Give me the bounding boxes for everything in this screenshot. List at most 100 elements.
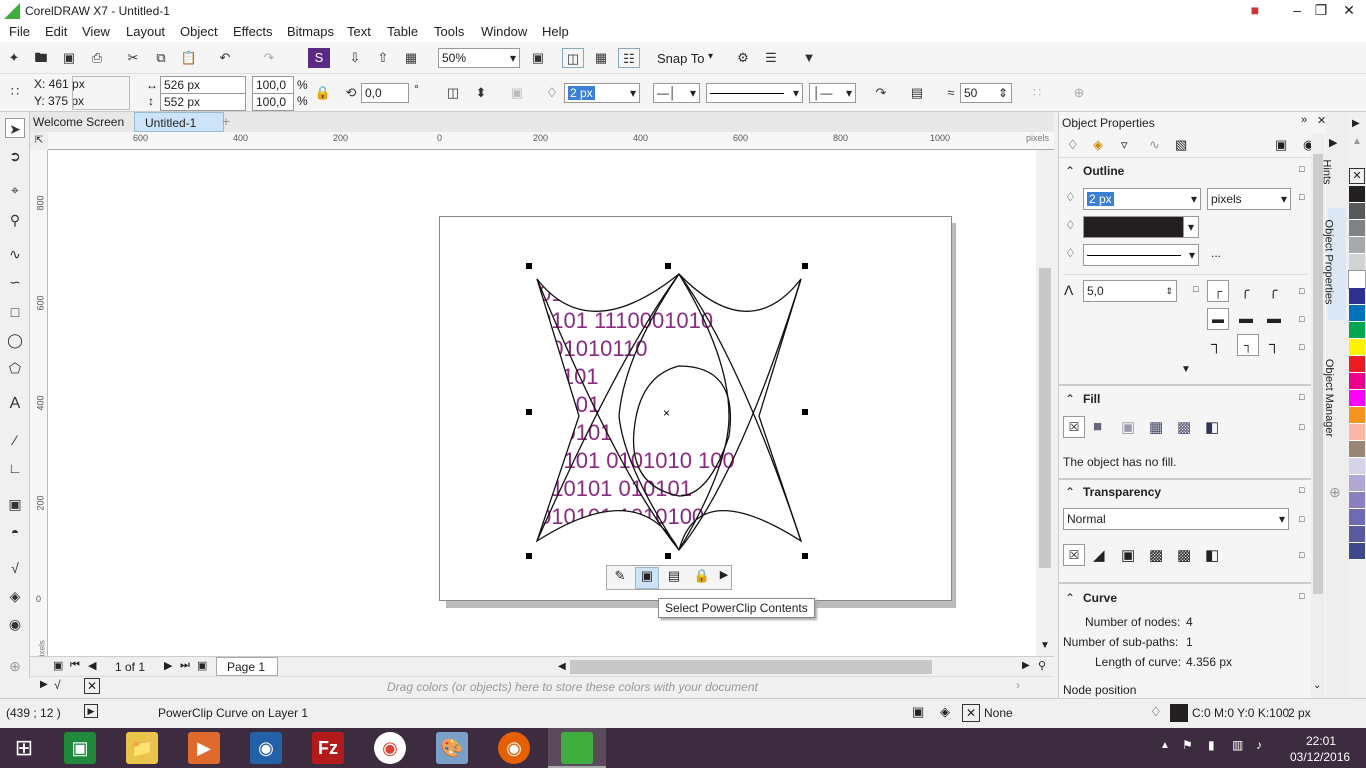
drop-shadow-icon[interactable]: ▣: [5, 494, 25, 514]
scrollbar-thumb[interactable]: [1039, 268, 1051, 568]
zoom-navigator-icon[interactable]: ⚲: [1038, 659, 1046, 672]
transparency-tab-icon[interactable]: ▿: [1121, 137, 1128, 153]
height-field[interactable]: 552 px: [160, 93, 246, 111]
document-palette[interactable]: ▶ √ ✕ Drag colors (or objects) here to s…: [30, 676, 1054, 696]
cut-icon[interactable]: ✂: [122, 48, 144, 68]
palette-eyedropper-icon[interactable]: √: [54, 678, 61, 692]
no-color-swatch[interactable]: ✕: [1349, 168, 1365, 184]
curve-smoothing-field[interactable]: 50 ⇕: [960, 83, 1012, 103]
collapse-icon[interactable]: ⌃: [1065, 164, 1075, 178]
curve-tab-icon[interactable]: ∿: [1149, 137, 1160, 153]
menu-layout[interactable]: Layout: [126, 24, 165, 39]
eyedropper-tool-icon[interactable]: √: [5, 558, 25, 578]
ruler-origin-icon[interactable]: ⇱: [30, 132, 48, 150]
fill-tab-icon[interactable]: ◈: [1093, 137, 1103, 153]
vertical-ruler[interactable]: 800 600 400 200 0 pixels: [30, 150, 48, 661]
rotation-angle-field[interactable]: 0,0: [361, 83, 409, 103]
color-swatch[interactable]: [1349, 322, 1365, 339]
node-icon[interactable]: ∷: [1026, 83, 1048, 103]
scale-y-field[interactable]: 100,0: [252, 93, 294, 111]
color-proof-icon[interactable]: ▣: [912, 704, 924, 720]
cap-round-icon[interactable]: ▬: [1239, 310, 1253, 326]
color-swatch[interactable]: [1349, 458, 1365, 475]
color-swatch[interactable]: [1349, 424, 1365, 441]
first-page-icon[interactable]: ⏮: [70, 659, 80, 672]
new-tab-icon[interactable]: +: [222, 113, 230, 129]
smart-fill-icon[interactable]: ◉: [5, 614, 25, 634]
edit-powerclip-icon[interactable]: ✎: [609, 568, 631, 588]
corner-bevel-icon[interactable]: ╭: [1269, 282, 1277, 299]
paint-icon[interactable]: 🎨: [436, 732, 468, 764]
bitmap-transparency-icon[interactable]: ▩: [1177, 546, 1191, 564]
miter-limit-field[interactable]: 5,0 ⇕: [1083, 280, 1177, 302]
outline-tab-icon[interactable]: ♢: [1067, 137, 1079, 153]
freehand-tool-icon[interactable]: ∿: [5, 244, 25, 264]
menu-file[interactable]: File: [9, 24, 30, 39]
hints-icon[interactable]: ▶: [1329, 136, 1337, 149]
corner-checkbox[interactable]: □: [1299, 286, 1304, 296]
corner-miter-icon[interactable]: ┌: [1207, 280, 1229, 302]
extract-contents-icon[interactable]: ▤: [663, 568, 685, 588]
network-icon[interactable]: ▥: [1232, 738, 1243, 752]
print-icon[interactable]: ⎙: [86, 48, 108, 68]
tab-object-manager[interactable]: Object Manager: [1323, 344, 1346, 450]
uniform-fill-icon[interactable]: ■: [1093, 418, 1102, 435]
horizontal-scrollbar-thumb[interactable]: [570, 660, 932, 674]
fill-checkbox[interactable]: □: [1299, 392, 1304, 402]
powerclip-artwork[interactable]: 011010 0101 1110001010 101010110 01101 1…: [439, 216, 952, 601]
cap-butt-icon[interactable]: ▬: [1207, 308, 1229, 330]
menu-help[interactable]: Help: [542, 24, 569, 39]
color-swatch[interactable]: [1349, 526, 1365, 543]
scroll-right-icon[interactable]: ▶: [1022, 660, 1030, 671]
color-swatch[interactable]: [1349, 356, 1365, 373]
add-docker-icon[interactable]: ⊕: [1329, 484, 1341, 501]
undo-icon[interactable]: ↶: [214, 48, 236, 68]
chrome-icon[interactable]: ◉: [374, 732, 406, 764]
filezilla-icon[interactable]: Fz: [312, 732, 344, 764]
horizontal-ruler[interactable]: 600 400 200 0 200 400 600 800 1000 pixel…: [48, 132, 1054, 150]
width-field[interactable]: 526 px: [160, 76, 246, 94]
color-swatch[interactable]: [1349, 475, 1365, 492]
chevron-down-icon[interactable]: ▾: [1183, 216, 1199, 238]
shape-tool-icon[interactable]: ➲: [5, 146, 25, 166]
scale-x-field[interactable]: 100,0: [252, 76, 294, 94]
options-icon[interactable]: ⚙: [732, 48, 754, 68]
docker-scroll-down-icon[interactable]: ⌄: [1313, 680, 1321, 691]
mirror-vertical-icon[interactable]: ⬍: [470, 83, 492, 103]
transparency-type-checkbox[interactable]: □: [1299, 550, 1304, 560]
store-icon[interactable]: ▣: [64, 732, 96, 764]
text-tool-icon[interactable]: A: [5, 394, 25, 414]
tab-untitled-1[interactable]: Untitled-1: [134, 112, 224, 132]
summary-tab-icon[interactable]: ▧: [1175, 137, 1187, 153]
x-position-field[interactable]: X: 461 px: [31, 76, 131, 94]
show-grid-icon[interactable]: ▦: [590, 48, 612, 68]
menu-tools[interactable]: Tools: [434, 24, 464, 39]
lock-ratio-icon[interactable]: 🔒: [312, 83, 334, 103]
two-color-transparency-icon[interactable]: ◧: [1205, 546, 1219, 564]
palette-scroll-icon[interactable]: ›: [1016, 678, 1020, 692]
fountain-fill-icon[interactable]: ▣: [1121, 418, 1135, 436]
tab-hints[interactable]: Hints: [1321, 150, 1346, 200]
add-icon[interactable]: ⊕: [1068, 83, 1090, 103]
new-document-icon[interactable]: ✦: [3, 48, 25, 68]
color-swatch[interactable]: [1349, 186, 1365, 203]
import-icon[interactable]: ⇩: [344, 48, 366, 68]
color-swatch[interactable]: [1349, 288, 1365, 305]
polygon-tool-icon[interactable]: ⬠: [5, 358, 25, 378]
menu-text[interactable]: Text: [347, 24, 371, 39]
corner-round-icon[interactable]: ╭: [1241, 282, 1249, 299]
color-swatch[interactable]: [1349, 492, 1365, 509]
export-icon[interactable]: ⇧: [372, 48, 394, 68]
quick-customize-icon[interactable]: ▼: [798, 48, 820, 68]
cap-square-icon[interactable]: ▬: [1267, 310, 1281, 326]
firefox-icon[interactable]: ◉: [498, 732, 530, 764]
menu-window[interactable]: Window: [481, 24, 527, 39]
volume-icon[interactable]: ♪: [1256, 738, 1262, 752]
outline-more-button[interactable]: ...: [1211, 246, 1221, 260]
color-swatch[interactable]: [1348, 270, 1366, 289]
color-swatch[interactable]: [1349, 373, 1365, 390]
file-explorer-icon[interactable]: 📁: [126, 732, 158, 764]
add-page-icon[interactable]: ▣: [53, 659, 63, 672]
more-options-icon[interactable]: ▶: [717, 568, 731, 588]
y-position-field[interactable]: Y: 375 px: [31, 93, 131, 111]
